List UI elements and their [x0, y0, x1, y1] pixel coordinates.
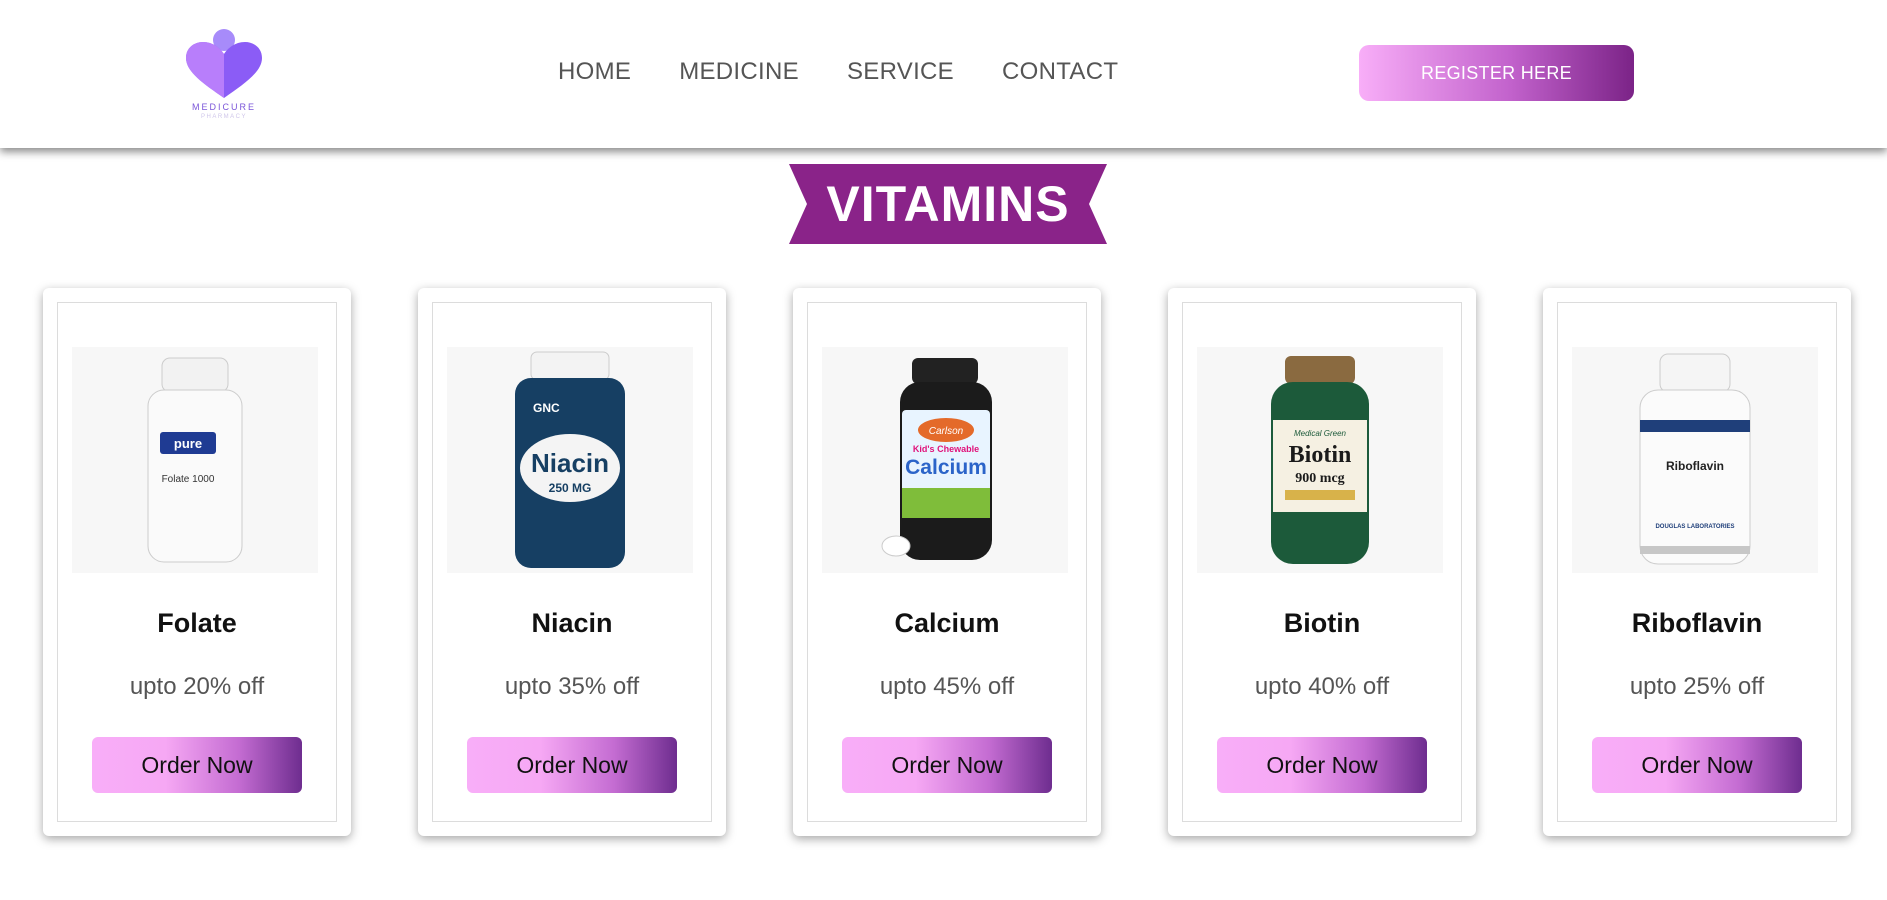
product-discount: upto 25% off — [1629, 673, 1765, 700]
product-card: pure Folate 1000 Folate upto 20% off Ord… — [43, 288, 351, 836]
product-card: Medical Green Biotin 900 mcg Biotin upto… — [1168, 288, 1476, 836]
heart-logo-icon — [186, 29, 262, 98]
product-name: Riboflavin — [1631, 608, 1763, 638]
product-discount: upto 40% off — [1254, 673, 1390, 700]
product-name: Folate — [157, 608, 237, 638]
biotin-brand: Medical Green — [1294, 429, 1347, 438]
card-frame: GNC Niacin 250 MG Niacin upto 35% off Or… — [432, 302, 712, 822]
section-banner: VITAMINS — [789, 164, 1107, 244]
register-button[interactable]: REGISTER HERE — [1359, 45, 1634, 101]
product-discount: upto 45% off — [879, 673, 1015, 700]
card-frame: Riboflavin DOUGLAS LABORATORIES Riboflav… — [1557, 302, 1837, 822]
order-now-button[interactable]: Order Now — [467, 737, 677, 793]
medicure-logo[interactable]: MEDICURE PHARMACY — [182, 28, 266, 124]
calcium-bottle-icon: Carlson Kid's Chewable Calcium — [822, 347, 1068, 573]
product-card: Carlson Kid's Chewable Calcium Calcium u… — [793, 288, 1101, 836]
order-now-button[interactable]: Order Now — [842, 737, 1052, 793]
product-name: Niacin — [531, 608, 613, 638]
calcium-brand: Carlson — [929, 426, 964, 437]
section-title: VITAMINS — [826, 176, 1070, 232]
nav-contact[interactable]: CONTACT — [1002, 58, 1118, 86]
order-now-button[interactable]: Order Now — [1592, 737, 1802, 793]
card-frame: Medical Green Biotin 900 mcg Biotin upto… — [1182, 302, 1462, 822]
biotin-dose: 900 mcg — [1295, 471, 1344, 486]
nav-home[interactable]: HOME — [558, 58, 631, 86]
order-now-button[interactable]: Order Now — [92, 737, 302, 793]
product-discount: upto 35% off — [504, 673, 640, 700]
card-frame: Carlson Kid's Chewable Calcium Calcium u… — [807, 302, 1087, 822]
nav-medicine[interactable]: MEDICINE — [679, 58, 799, 86]
niacin-label: Niacin — [531, 448, 609, 478]
product-card: Riboflavin DOUGLAS LABORATORIES Riboflav… — [1543, 288, 1851, 836]
card-frame: pure Folate 1000 Folate upto 20% off Ord… — [57, 302, 337, 822]
biotin-bottle-icon: Medical Green Biotin 900 mcg — [1197, 347, 1443, 573]
calcium-tagline: Kid's Chewable — [913, 444, 979, 454]
main-nav: HOME MEDICINE SERVICE CONTACT — [558, 58, 1118, 86]
folate-label: Folate 1000 — [162, 474, 215, 485]
riboflavin-bottle-icon: Riboflavin DOUGLAS LABORATORIES — [1572, 347, 1818, 573]
site-header: MEDICURE PHARMACY HOME MEDICINE SERVICE … — [0, 0, 1887, 148]
product-name: Calcium — [894, 608, 1000, 638]
nav-service[interactable]: SERVICE — [847, 58, 954, 86]
folate-brand: pure — [174, 436, 202, 451]
riboflavin-label: Riboflavin — [1666, 459, 1724, 473]
logo-subtext: PHARMACY — [200, 114, 247, 120]
product-card: GNC Niacin 250 MG Niacin upto 35% off Or… — [418, 288, 726, 836]
riboflavin-brand: DOUGLAS LABORATORIES — [1655, 524, 1734, 530]
biotin-label: Biotin — [1289, 442, 1352, 468]
folate-bottle-icon: pure Folate 1000 — [72, 347, 318, 573]
calcium-label: Calcium — [905, 456, 987, 479]
product-name: Biotin — [1283, 608, 1361, 638]
niacin-bottle-icon: GNC Niacin 250 MG — [447, 347, 693, 573]
order-now-button[interactable]: Order Now — [1217, 737, 1427, 793]
niacin-dose: 250 MG — [549, 481, 592, 495]
product-discount: upto 20% off — [129, 673, 265, 700]
niacin-brand: GNC — [533, 401, 560, 415]
logo-text: MEDICURE — [191, 102, 256, 112]
